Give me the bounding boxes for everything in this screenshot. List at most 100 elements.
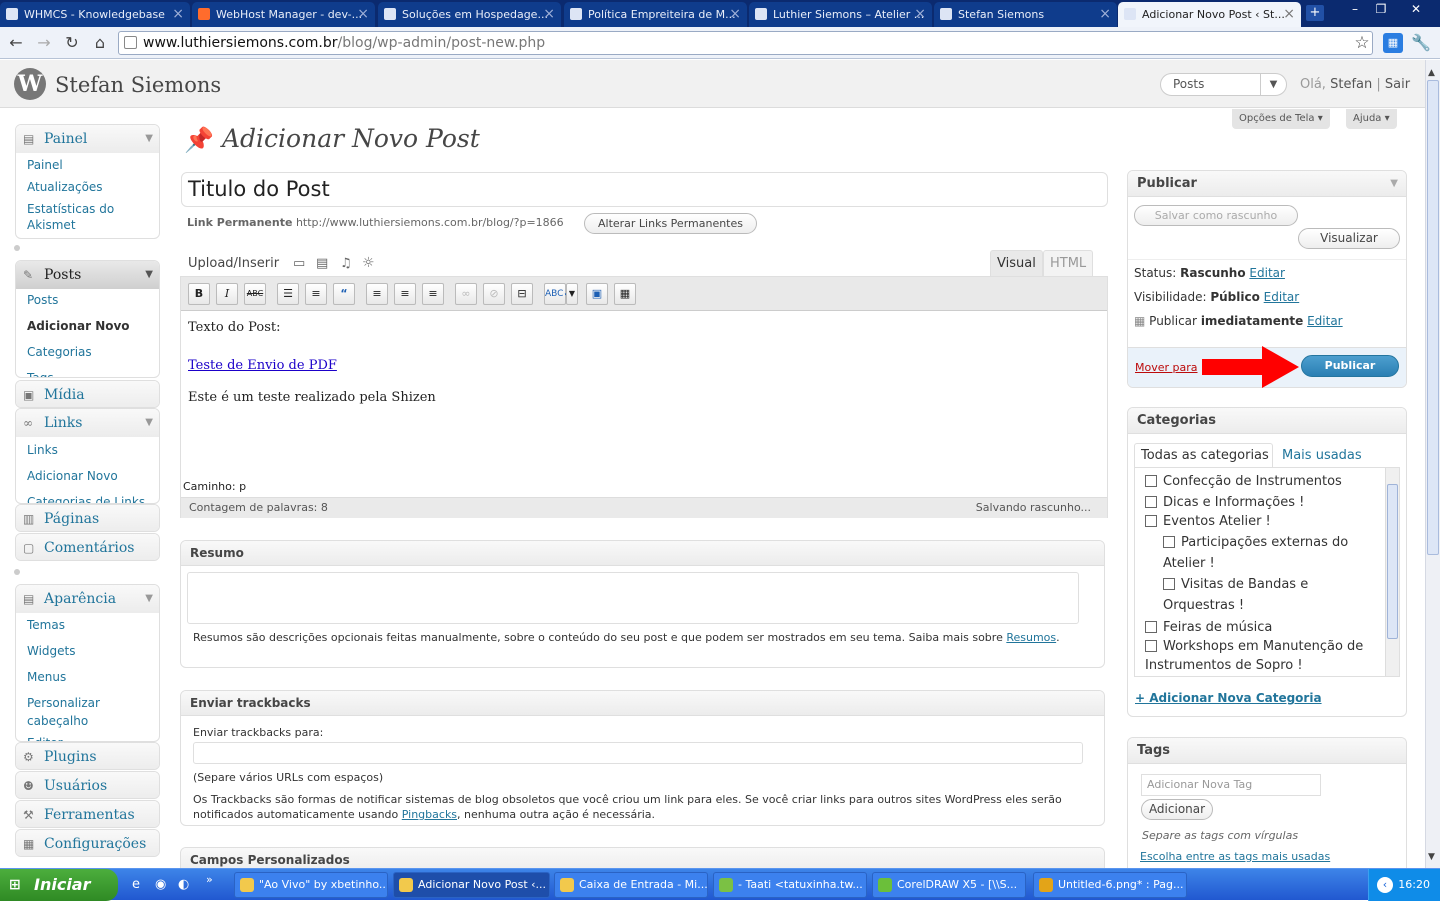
submenu-item-current[interactable]: Adicionar Novo xyxy=(16,311,159,337)
submenu-item[interactable]: Personalizar xyxy=(16,688,159,710)
calendar-extension-icon[interactable]: ▦ xyxy=(1383,33,1403,53)
taskbar-item[interactable]: "Ao Vivo" by xbetinho... xyxy=(234,872,388,898)
kitchen-sink-icon[interactable]: ▦ xyxy=(614,283,636,305)
numbered-list-icon[interactable]: ≡ xyxy=(305,283,327,305)
align-center-icon[interactable]: ≡ xyxy=(394,283,416,305)
excerpt-textarea[interactable] xyxy=(187,572,1079,624)
align-left-icon[interactable]: ≡ xyxy=(366,283,388,305)
checkbox[interactable] xyxy=(1145,515,1157,527)
tab-visual[interactable]: Visual xyxy=(990,250,1043,276)
restore-icon[interactable]: ❐ xyxy=(1368,0,1394,18)
spellcheck-dropdown-icon[interactable]: ▼ xyxy=(566,283,578,305)
submenu-item[interactable]: Categorias xyxy=(16,337,159,363)
category-item[interactable]: Participações externas do xyxy=(1163,534,1348,552)
category-item[interactable]: Eventos Atelier ! xyxy=(1145,513,1271,531)
add-audio-icon[interactable]: ♫ xyxy=(340,256,352,271)
help-tab[interactable]: Ajuda ▾ xyxy=(1346,109,1397,129)
close-tab-icon[interactable]: × xyxy=(1099,6,1111,22)
menu-top-plugins[interactable]: ⚙ Plugins xyxy=(16,743,159,769)
tags-title[interactable]: Tags xyxy=(1128,738,1406,764)
site-name[interactable]: Stefan Siemons xyxy=(55,73,221,97)
toggle-icon[interactable]: ▼ xyxy=(145,409,153,437)
submenu-item[interactable]: Widgets xyxy=(16,636,159,662)
toggle-icon[interactable]: ▼ xyxy=(145,585,153,613)
tray-expand-icon[interactable]: ‹ xyxy=(1377,877,1393,893)
add-category-link[interactable]: + Adicionar Nova Categoria xyxy=(1135,691,1322,705)
preview-button[interactable]: Visualizar xyxy=(1298,228,1400,249)
close-window-icon[interactable]: ✕ xyxy=(1403,0,1429,18)
spellcheck-icon[interactable]: ABC✓ xyxy=(544,283,571,305)
submenu-item[interactable]: Temas xyxy=(16,613,159,636)
menu-comentarios[interactable]: ▢ Comentários xyxy=(15,533,160,561)
italic-button[interactable]: I xyxy=(216,283,238,305)
categories-title[interactable]: Categorias xyxy=(1128,408,1406,434)
scroll-down-icon[interactable]: ▼ xyxy=(1428,852,1435,862)
submenu-item[interactable]: cabeçalho xyxy=(16,710,159,732)
back-icon[interactable]: ← xyxy=(6,33,26,53)
quicklaunch-ie-icon[interactable]: e xyxy=(132,877,140,892)
logout-link[interactable]: Sair xyxy=(1385,77,1410,92)
submenu-item[interactable]: Posts xyxy=(16,289,159,311)
scroll-up-icon[interactable]: ▲ xyxy=(1428,68,1435,78)
submenu-item[interactable]: Menus xyxy=(16,662,159,688)
trackbacks-input[interactable] xyxy=(193,742,1083,764)
menu-top-paginas[interactable]: ▥ Páginas xyxy=(16,505,159,531)
category-item[interactable]: Dicas e Informações ! xyxy=(1145,494,1304,512)
tab-html[interactable]: HTML xyxy=(1043,250,1094,276)
submenu-item[interactable]: Tags xyxy=(16,363,159,377)
browser-tab[interactable]: Soluções em Hospedage... × xyxy=(378,2,561,27)
taskbar-item[interactable]: Caixa de Entrada - Mi... xyxy=(554,872,708,898)
submenu-item[interactable]: Editor xyxy=(16,732,159,741)
taskbar-item[interactable]: - Taati <tatuxinha.tw... xyxy=(713,872,867,898)
submenu-item[interactable]: Links xyxy=(16,437,159,461)
menu-configuracoes[interactable]: ▦ Configurações xyxy=(15,829,160,857)
add-video-icon[interactable]: ▤ xyxy=(316,256,328,271)
popular-tags-link[interactable]: Escolha entre as tags mais usadas xyxy=(1140,850,1330,863)
minimize-icon[interactable]: – xyxy=(1342,0,1368,18)
quicklaunch-chrome-icon[interactable]: ◉ xyxy=(155,877,166,892)
category-item[interactable]: Confecção de Instrumentos xyxy=(1145,473,1342,491)
pdf-link[interactable]: Teste de Envio de PDF xyxy=(188,358,337,373)
taskbar-item[interactable]: Untitled-6.png* : Pag... xyxy=(1033,872,1187,898)
trackbacks-title[interactable]: Enviar trackbacks xyxy=(181,691,1104,716)
close-tab-icon[interactable]: × xyxy=(729,6,741,22)
new-tab-button[interactable]: + xyxy=(1306,5,1324,21)
submenu-item[interactable]: Atualizações xyxy=(16,176,159,198)
menu-midia[interactable]: ▣ Mídia xyxy=(15,380,160,408)
menu-top-painel[interactable]: ▤ Painel ▼ xyxy=(16,125,159,153)
toggle-icon[interactable]: ▼ xyxy=(1390,171,1398,197)
submenu-item[interactable]: Akismet xyxy=(16,216,159,236)
publish-box-title[interactable]: Publicar ▼ xyxy=(1128,171,1406,197)
menu-top-midia[interactable]: ▣ Mídia xyxy=(16,381,159,407)
menu-ferramentas[interactable]: ⚒ Ferramentas xyxy=(15,800,160,828)
checkbox[interactable] xyxy=(1163,536,1175,548)
submenu-item[interactable]: Categorias de Links xyxy=(16,487,159,503)
checkbox[interactable] xyxy=(1145,475,1157,487)
close-tab-icon[interactable]: × xyxy=(357,6,369,22)
bullet-list-icon[interactable]: ☰ xyxy=(277,283,299,305)
favorite-actions-select[interactable]: Posts ▼ xyxy=(1160,73,1287,96)
start-button[interactable]: ⊞ Iniciar xyxy=(0,869,118,901)
category-item[interactable]: Workshops em Manutenção de xyxy=(1145,638,1363,656)
screen-options-tab[interactable]: Opções de Tela ▾ xyxy=(1232,109,1330,129)
close-tab-icon[interactable]: × xyxy=(1283,6,1295,22)
close-tab-icon[interactable]: × xyxy=(914,6,926,22)
bookmark-star-icon[interactable]: ☆ xyxy=(1352,33,1372,53)
change-permalinks-button[interactable]: Alterar Links Permanentes xyxy=(584,213,757,234)
custom-fields-title[interactable]: Campos Personalizados xyxy=(181,848,1104,868)
excerpt-help-link[interactable]: Resumos xyxy=(1006,631,1056,644)
browser-tab[interactable]: Luthier Siemons – Atelier ... × xyxy=(749,2,932,27)
post-title-input[interactable]: Titulo do Post xyxy=(181,172,1108,207)
menu-top-posts[interactable]: ✎ Posts ▼ xyxy=(16,261,159,289)
align-right-icon[interactable]: ≡ xyxy=(422,283,444,305)
category-item[interactable]: Feiras de música xyxy=(1145,619,1272,637)
quicklaunch-app-icon[interactable]: ◐ xyxy=(178,877,189,892)
home-icon[interactable]: ⌂ xyxy=(90,33,110,53)
menu-paginas[interactable]: ▥ Páginas xyxy=(15,504,160,532)
taskbar-item-active[interactable]: Adicionar Novo Post ‹... xyxy=(393,872,550,898)
checkbox[interactable] xyxy=(1145,621,1157,633)
page-scrollbar[interactable]: ▲ ▼ xyxy=(1425,60,1440,868)
add-tag-button[interactable]: Adicionar xyxy=(1141,799,1213,820)
menu-top-configuracoes[interactable]: ▦ Configurações xyxy=(16,830,159,856)
profile-link[interactable]: Stefan xyxy=(1330,77,1372,92)
